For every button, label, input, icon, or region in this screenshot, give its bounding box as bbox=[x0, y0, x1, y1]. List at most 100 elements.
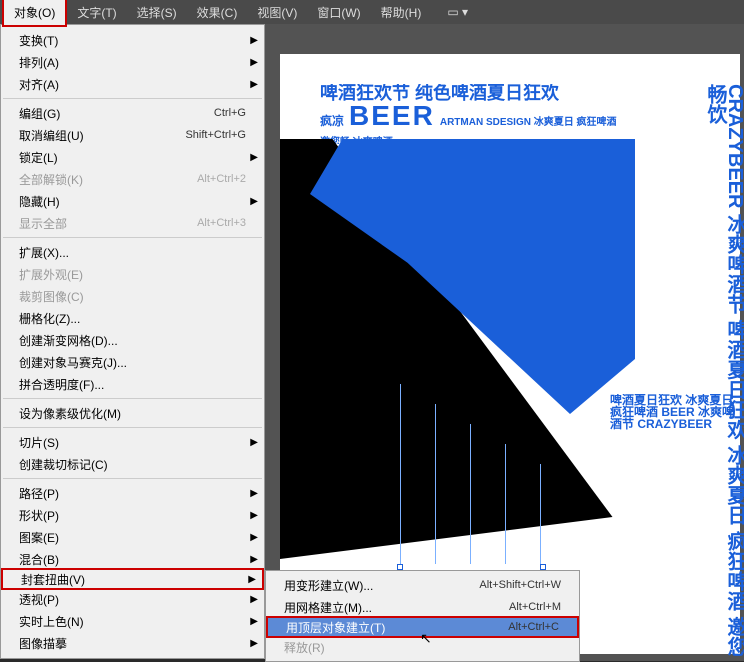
menu-item[interactable]: 编组(G)Ctrl+G bbox=[1, 102, 264, 124]
menu-item-label: 混合(B) bbox=[19, 551, 246, 568]
menu-item-label: 扩展(X)... bbox=[19, 244, 246, 261]
menu-item-label: 对齐(A) bbox=[19, 76, 246, 93]
menu-item[interactable]: 封套扭曲(V) ▶ bbox=[1, 568, 264, 590]
menu-item-label: 图像描摹 bbox=[19, 635, 246, 652]
menu-item: 扩展外观(E) bbox=[1, 263, 264, 285]
menu-item-label: 裁剪图像(C) bbox=[19, 288, 246, 305]
menu-item[interactable]: 实时上色(N) ▶ bbox=[1, 610, 264, 632]
menu-item[interactable]: 用网格建立(M)...Alt+Ctrl+M bbox=[266, 596, 579, 618]
chevron-right-icon: ▶ bbox=[250, 152, 258, 163]
object-menu-dropdown: 变换(T)▶排列(A)▶对齐(A)▶编组(G)Ctrl+G取消编组(U)Shif… bbox=[0, 24, 265, 659]
menu-item-label: 设为像素级优化(M) bbox=[19, 405, 246, 422]
menu-item[interactable]: 扩展(X)... bbox=[1, 241, 264, 263]
chevron-right-icon: ▶ bbox=[250, 594, 258, 605]
envelope-distort-submenu: 用变形建立(W)...Alt+Shift+Ctrl+W用网格建立(M)...Al… bbox=[265, 570, 580, 662]
menu-item[interactable]: 创建裁切标记(C) bbox=[1, 453, 264, 475]
menu-item[interactable]: 切片(S) ▶ bbox=[1, 431, 264, 453]
menu-item-label: 创建渐变网格(D)... bbox=[19, 332, 246, 349]
menu-shortcut: Alt+Ctrl+C bbox=[508, 621, 559, 633]
menu-item[interactable]: 路径(P) ▶ bbox=[1, 482, 264, 504]
canvas-area[interactable]: 啤酒狂欢节 纯色啤酒夏日狂欢 疯凉 BEER ARTMAN SDESIGN 冰爽… bbox=[265, 24, 744, 661]
menu-item[interactable]: 拼合透明度(F)... bbox=[1, 373, 264, 395]
guide-line bbox=[540, 464, 541, 564]
menu-type[interactable]: 文字(T) bbox=[67, 0, 126, 25]
menu-item-label: 用顶层对象建立(T) bbox=[286, 619, 508, 636]
menu-item[interactable]: 形状(P) ▶ bbox=[1, 504, 264, 526]
menu-item[interactable]: 对齐(A) ▶ bbox=[1, 73, 264, 95]
menu-item-label: 取消编组(U) bbox=[19, 127, 185, 144]
menu-shortcut: Alt+Shift+Ctrl+W bbox=[479, 579, 561, 591]
menu-item-label: 用网格建立(M)... bbox=[284, 599, 509, 616]
menu-item-label: 图案(E) bbox=[19, 529, 246, 546]
menu-item-label: 创建裁切标记(C) bbox=[19, 456, 246, 473]
menu-shortcut: Shift+Ctrl+G bbox=[185, 129, 246, 141]
chevron-right-icon: ▶ bbox=[250, 437, 258, 448]
menu-shortcut: Alt+Ctrl+3 bbox=[197, 217, 246, 229]
menu-select[interactable]: 选择(S) bbox=[127, 0, 187, 25]
poster-text-top: 啤酒狂欢节 纯色啤酒夏日狂欢 疯凉 BEER ARTMAN SDESIGN 冰爽… bbox=[320, 84, 625, 144]
mouse-cursor-icon: ↖ bbox=[420, 630, 432, 647]
menu-item-label: 栅格化(Z)... bbox=[19, 310, 246, 327]
menu-item-label: 编组(G) bbox=[19, 105, 214, 122]
menu-item[interactable]: 取消编组(U)Shift+Ctrl+G bbox=[1, 124, 264, 146]
chevron-right-icon: ▶ bbox=[250, 554, 258, 565]
menu-object[interactable]: 对象(O) bbox=[2, 0, 67, 27]
chevron-right-icon: ▶ bbox=[250, 510, 258, 521]
menu-item-label: 扩展外观(E) bbox=[19, 266, 246, 283]
menu-item[interactable]: 创建对象马赛克(J)... bbox=[1, 351, 264, 373]
menu-item[interactable]: 排列(A) ▶ bbox=[1, 51, 264, 73]
menu-item[interactable]: 隐藏(H) ▶ bbox=[1, 190, 264, 212]
menu-item[interactable]: 变换(T) ▶ bbox=[1, 29, 264, 51]
doc-arrange-icon[interactable]: ▭ ▾ bbox=[439, 1, 476, 23]
menu-item[interactable]: 设为像素级优化(M) bbox=[1, 402, 264, 424]
chevron-right-icon: ▶ bbox=[250, 616, 258, 627]
menu-item-label: 隐藏(H) bbox=[19, 193, 246, 210]
menu-item-label: 封套扭曲(V) bbox=[21, 571, 244, 588]
menu-item-label: 实时上色(N) bbox=[19, 613, 246, 630]
menu-item-label: 变换(T) bbox=[19, 32, 246, 49]
menu-item[interactable]: 混合(B) ▶ bbox=[1, 548, 264, 570]
menu-item[interactable]: 图像描摹 ▶ bbox=[1, 632, 264, 654]
guide-line bbox=[470, 424, 471, 564]
menu-item-label: 全部解锁(K) bbox=[19, 171, 197, 188]
chevron-right-icon: ▶ bbox=[250, 638, 258, 649]
menu-item[interactable]: 栅格化(Z)... bbox=[1, 307, 264, 329]
chevron-right-icon: ▶ bbox=[250, 532, 258, 543]
menu-item-label: 排列(A) bbox=[19, 54, 246, 71]
menu-item[interactable]: 锁定(L) ▶ bbox=[1, 146, 264, 168]
menu-item[interactable]: 图案(E) ▶ bbox=[1, 526, 264, 548]
chevron-right-icon: ▶ bbox=[248, 574, 256, 585]
chevron-right-icon: ▶ bbox=[250, 196, 258, 207]
chevron-right-icon: ▶ bbox=[250, 79, 258, 90]
chevron-right-icon: ▶ bbox=[250, 488, 258, 499]
menu-view[interactable]: 视图(V) bbox=[247, 0, 307, 25]
menu-item-label: 锁定(L) bbox=[19, 149, 246, 166]
menu-item-label: 显示全部 bbox=[19, 215, 197, 232]
menu-item-label: 形状(P) bbox=[19, 507, 246, 524]
menu-item-label: 透视(P) bbox=[19, 591, 246, 608]
artboard[interactable]: 啤酒狂欢节 纯色啤酒夏日狂欢 疯凉 BEER ARTMAN SDESIGN 冰爽… bbox=[280, 54, 740, 654]
menu-effect[interactable]: 效果(C) bbox=[187, 0, 248, 25]
chevron-right-icon: ▶ bbox=[250, 35, 258, 46]
menu-item-label: 拼合透明度(F)... bbox=[19, 376, 246, 393]
menu-shortcut: Alt+Ctrl+2 bbox=[197, 173, 246, 185]
menu-shortcut: Alt+Ctrl+M bbox=[509, 601, 561, 613]
menu-item-label: 切片(S) bbox=[19, 434, 246, 451]
menu-item: 全部解锁(K)Alt+Ctrl+2 bbox=[1, 168, 264, 190]
chevron-right-icon: ▶ bbox=[250, 57, 258, 68]
guide-line bbox=[505, 444, 506, 564]
menu-item[interactable]: 创建渐变网格(D)... bbox=[1, 329, 264, 351]
menu-item[interactable]: 透视(P) ▶ bbox=[1, 588, 264, 610]
menu-help[interactable]: 帮助(H) bbox=[371, 0, 432, 25]
menu-item: 显示全部Alt+Ctrl+3 bbox=[1, 212, 264, 234]
menu-item-label: 创建对象马赛克(J)... bbox=[19, 354, 246, 371]
menu-window[interactable]: 窗口(W) bbox=[307, 0, 370, 25]
guide-line bbox=[435, 404, 436, 564]
menu-item: 裁剪图像(C) bbox=[1, 285, 264, 307]
menu-item[interactable]: 用变形建立(W)...Alt+Shift+Ctrl+W bbox=[266, 574, 579, 596]
guide-line bbox=[400, 384, 401, 564]
menu-shortcut: Ctrl+G bbox=[214, 107, 246, 119]
menu-item-label: 用变形建立(W)... bbox=[284, 577, 479, 594]
poster-text-bottom: 啤酒夏日狂欢 冰爽夏日 疯狂啤酒 BEER 冰爽啤酒节 CRAZYBEER bbox=[610, 394, 740, 654]
menu-item-label: 路径(P) bbox=[19, 485, 246, 502]
